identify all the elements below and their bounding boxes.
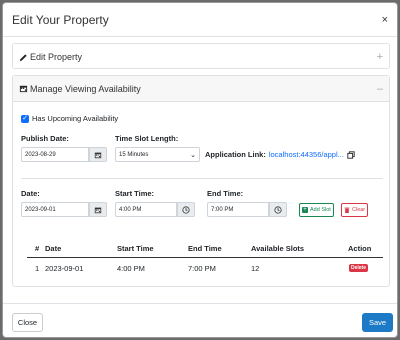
add-slot-button[interactable]: + Add Slot bbox=[299, 203, 334, 217]
time-slot-value: 15 Minutes bbox=[119, 151, 149, 158]
copy-icon[interactable] bbox=[347, 150, 355, 159]
application-link: Application Link: localhost:44356/appl..… bbox=[205, 150, 355, 159]
table-header-slots: Available Slots bbox=[251, 244, 305, 253]
table-header-num: # bbox=[35, 244, 40, 253]
plus-square-icon: + bbox=[302, 207, 308, 213]
clock-icon bbox=[274, 205, 282, 214]
trash-icon bbox=[344, 207, 350, 213]
availability-checkbox-label: Has Upcoming Availability bbox=[32, 114, 119, 123]
table-header-action: Action bbox=[348, 244, 372, 253]
table-header-start: Start Time bbox=[117, 244, 154, 253]
availability-checkbox-row[interactable]: ✓ Has Upcoming Availability bbox=[21, 114, 118, 123]
slot-calendar-button[interactable] bbox=[89, 202, 107, 217]
start-time-label: Start Time: bbox=[115, 189, 155, 198]
time-slot-label: Time Slot Length: bbox=[115, 134, 179, 143]
modal-header: Edit Your Property × bbox=[3, 3, 397, 37]
checkbox-checked-icon[interactable]: ✓ bbox=[21, 114, 29, 123]
section-divider bbox=[21, 178, 383, 179]
table-cell-num: 1 bbox=[35, 264, 40, 273]
close-button[interactable]: Close bbox=[12, 313, 43, 332]
date-label: Date: bbox=[21, 189, 40, 198]
table-cell-start: 4:00 PM bbox=[117, 264, 145, 273]
expand-icon[interactable]: + bbox=[377, 51, 383, 63]
calendar-icon bbox=[94, 207, 102, 213]
availability-panel: Manage Viewing Availability – ✓ Has Upco… bbox=[12, 75, 390, 287]
footer-divider bbox=[3, 303, 397, 304]
pencil-icon bbox=[19, 53, 27, 61]
save-button[interactable]: Save bbox=[362, 313, 393, 332]
time-slot-select[interactable]: 15 Minutes ⌄ bbox=[115, 147, 200, 162]
edit-property-header[interactable]: Edit Property + bbox=[13, 44, 389, 70]
slot-date-input[interactable]: 2023-09-01 bbox=[21, 202, 89, 217]
table-header-date: Date bbox=[45, 244, 62, 253]
end-time-label: End Time: bbox=[207, 189, 244, 198]
edit-property-panel: Edit Property + bbox=[12, 43, 390, 69]
table-cell-slots: 12 bbox=[251, 264, 260, 273]
clock-icon bbox=[182, 205, 190, 214]
clear-button[interactable]: Clear bbox=[341, 203, 369, 217]
start-time-input[interactable]: 4:00 PM bbox=[115, 202, 177, 217]
calendar-icon bbox=[94, 152, 102, 158]
table-cell-end: 7:00 PM bbox=[188, 264, 216, 273]
table-header-rule bbox=[27, 257, 383, 258]
edit-property-title: Edit Property bbox=[30, 52, 83, 62]
modal-title: Edit Your Property bbox=[12, 12, 109, 27]
end-time-button[interactable] bbox=[269, 202, 287, 217]
table-header-end: End Time bbox=[188, 244, 222, 253]
calendar-button[interactable] bbox=[89, 147, 107, 162]
calendar-icon bbox=[19, 85, 28, 93]
close-icon[interactable]: × bbox=[382, 14, 388, 26]
availability-header[interactable]: Manage Viewing Availability – bbox=[13, 76, 389, 102]
availability-title: Manage Viewing Availability bbox=[30, 83, 141, 94]
publish-date-label: Publish Date: bbox=[21, 134, 69, 143]
clear-label: Clear bbox=[352, 207, 366, 213]
table-cell-date: 2023-09-01 bbox=[45, 264, 84, 273]
publish-date-input[interactable]: 2023-08-29 bbox=[21, 147, 89, 162]
start-time-button[interactable] bbox=[177, 202, 195, 217]
application-link-label: Application Link: bbox=[205, 150, 266, 159]
chevron-down-icon: ⌄ bbox=[190, 151, 196, 159]
collapse-icon[interactable]: – bbox=[377, 83, 383, 95]
add-slot-label: Add Slot bbox=[310, 207, 331, 213]
end-time-input[interactable]: 7:00 PM bbox=[207, 202, 269, 217]
delete-button[interactable]: Delete bbox=[349, 264, 369, 272]
application-link-url[interactable]: localhost:44356/appl... bbox=[269, 150, 344, 159]
edit-property-modal: Edit Your Property × Edit Property + Man… bbox=[2, 2, 398, 338]
